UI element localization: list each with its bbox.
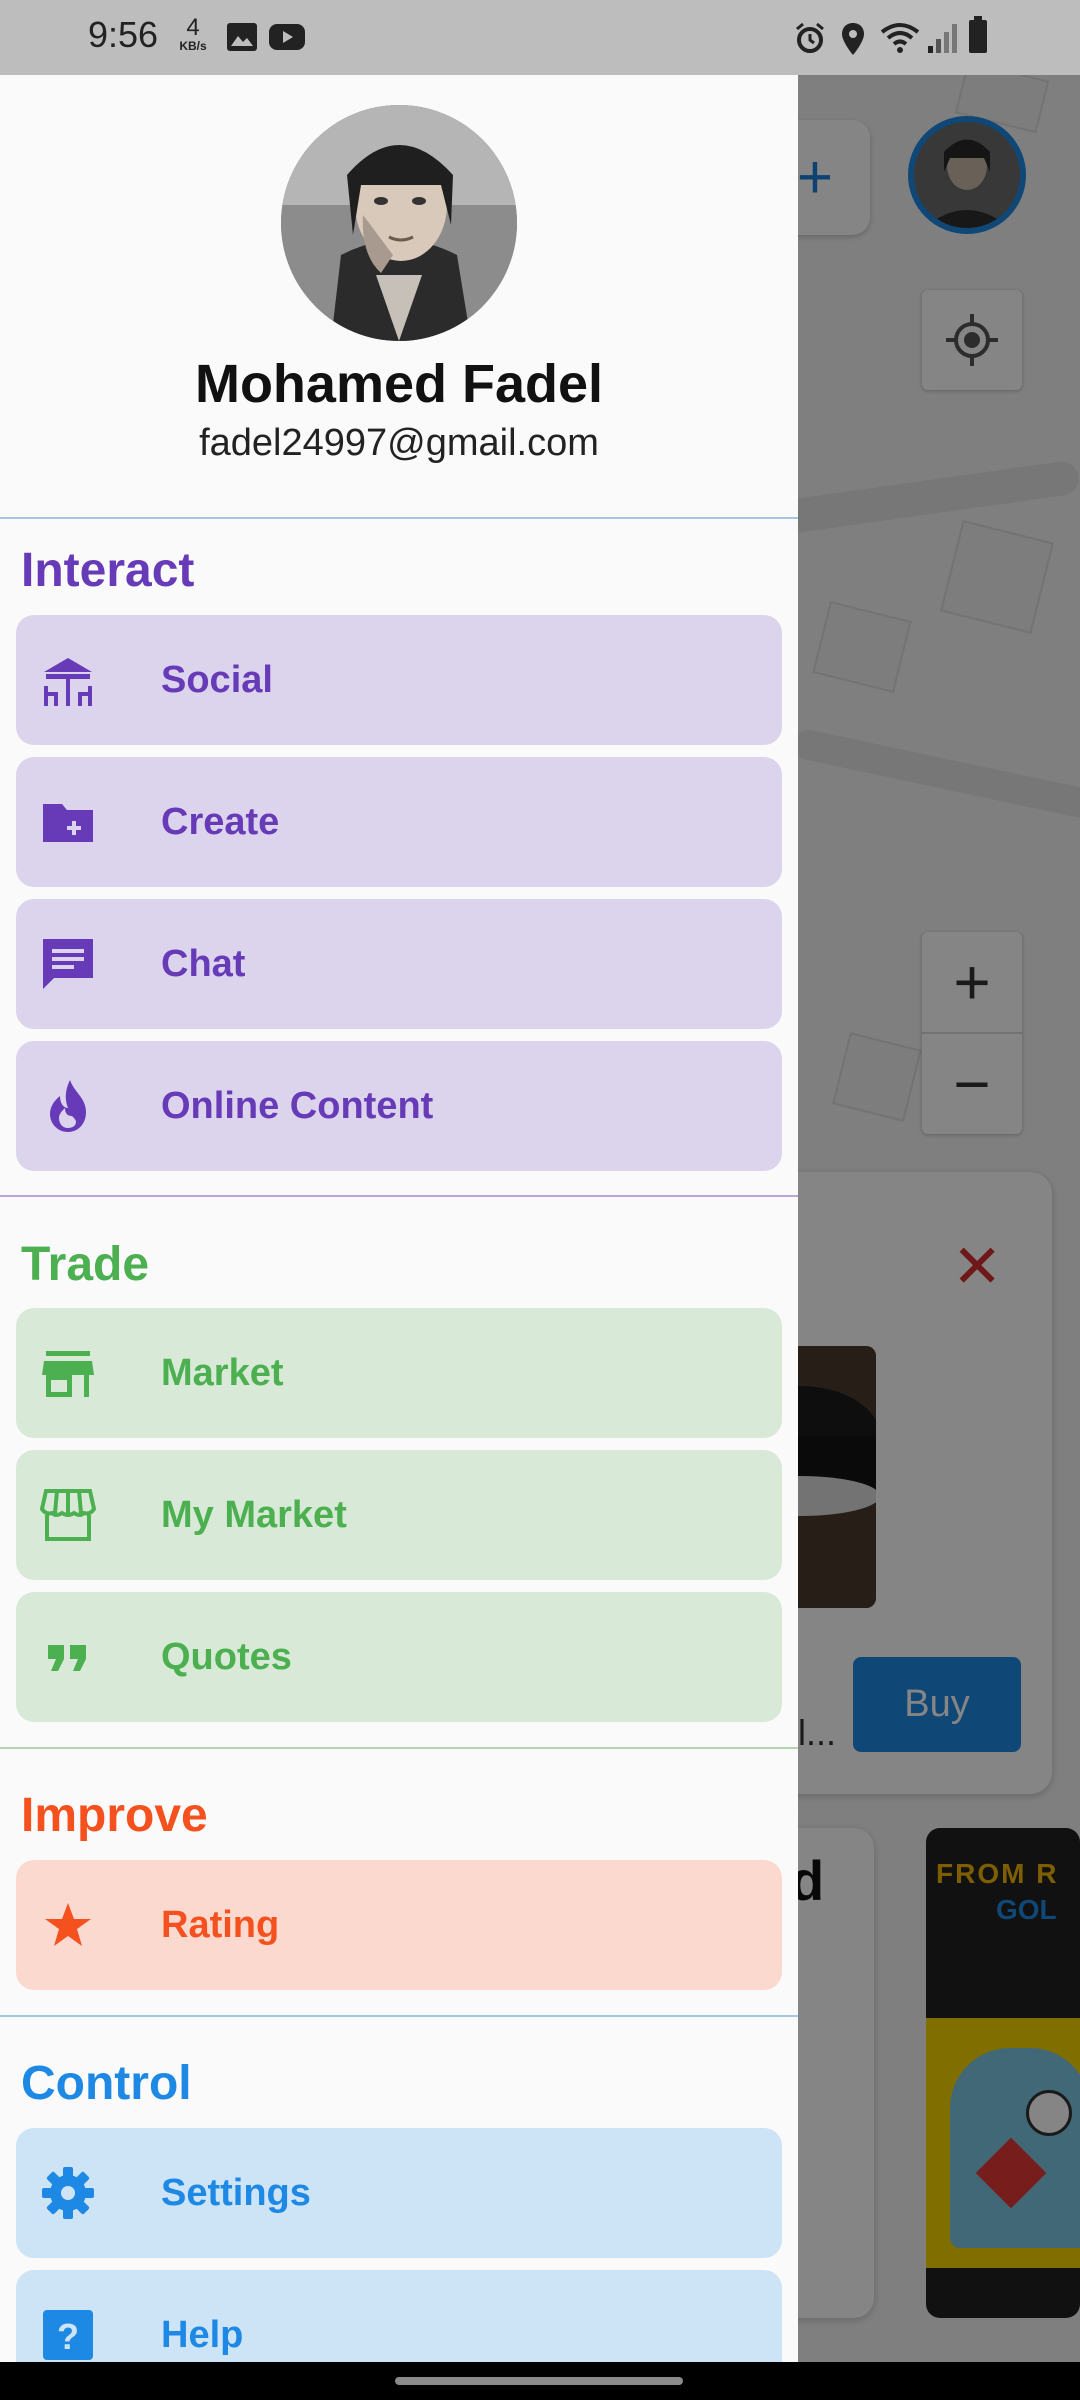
section-title-control: Control xyxy=(21,2057,192,2110)
profile-name: Mohamed Fadel xyxy=(194,354,604,414)
storefront-icon xyxy=(38,1485,98,1545)
menu-item-label: Social xyxy=(161,658,273,701)
location-icon xyxy=(842,23,864,55)
create-folder-plus-icon xyxy=(38,792,98,852)
section-title-improve: Improve xyxy=(21,1789,208,1842)
menu-item-label: Create xyxy=(161,800,280,843)
system-navigation-bar xyxy=(0,2362,1080,2400)
menu-item-settings[interactable]: Settings xyxy=(16,2128,782,2258)
menu-item-label: Rating xyxy=(161,1903,280,1946)
status-time: 9:56 xyxy=(88,14,159,55)
menu-item-label: Quotes xyxy=(161,1635,292,1678)
profile-avatar[interactable] xyxy=(281,105,517,341)
network-speed: 4 KB/s xyxy=(179,14,207,53)
youtube-icon xyxy=(269,24,305,50)
menu-item-my-market[interactable]: My Market xyxy=(16,1450,782,1580)
star-icon xyxy=(38,1895,98,1955)
menu-item-label: Market xyxy=(161,1351,284,1394)
menu-item-label: Online Content xyxy=(161,1084,434,1127)
navigation-drawer: Mohamed Fadel fadel24997@gmail.com Inter… xyxy=(0,75,798,2362)
menu-item-online-content[interactable]: Online Content xyxy=(16,1041,782,1171)
profile-header: Mohamed Fadel fadel24997@gmail.com xyxy=(0,75,798,517)
menu-item-create[interactable]: Create xyxy=(16,757,782,887)
help-icon: ? xyxy=(38,2305,98,2362)
svg-text:?: ? xyxy=(57,2316,79,2357)
menu-item-chat[interactable]: Chat xyxy=(16,899,782,1029)
section-divider xyxy=(0,1195,798,1197)
wifi-icon xyxy=(880,23,920,53)
menu-item-label: My Market xyxy=(161,1493,347,1536)
menu-item-social[interactable]: Social xyxy=(16,615,782,745)
gear-icon xyxy=(38,2163,98,2223)
status-bar: 9:56 4 KB/s xyxy=(0,0,1080,75)
menu-item-quotes[interactable]: Quotes xyxy=(16,1592,782,1722)
alarm-icon xyxy=(796,22,824,53)
menu-item-market[interactable]: Market xyxy=(16,1308,782,1438)
battery-icon xyxy=(969,16,987,53)
profile-email: fadel24997@gmail.com xyxy=(199,422,599,464)
quote-icon xyxy=(38,1627,98,1687)
section-divider xyxy=(0,1747,798,1749)
social-table-icon xyxy=(38,650,98,710)
menu-item-rating[interactable]: Rating xyxy=(16,1860,782,1990)
fire-icon xyxy=(38,1076,98,1136)
section-title-trade: Trade xyxy=(21,1238,150,1291)
menu-item-help[interactable]: ? Help xyxy=(16,2270,782,2362)
signal-icon xyxy=(928,24,957,53)
chat-icon xyxy=(38,934,98,994)
section-title-interact: Interact xyxy=(21,544,195,597)
image-icon xyxy=(227,23,257,51)
section-divider xyxy=(0,517,798,519)
menu-item-label: Settings xyxy=(161,2171,311,2214)
store-icon xyxy=(38,1343,98,1403)
section-divider xyxy=(0,2015,798,2017)
home-gesture-handle[interactable] xyxy=(395,2377,683,2385)
menu-item-label: Chat xyxy=(161,942,246,985)
menu-item-label: Help xyxy=(161,2313,244,2356)
